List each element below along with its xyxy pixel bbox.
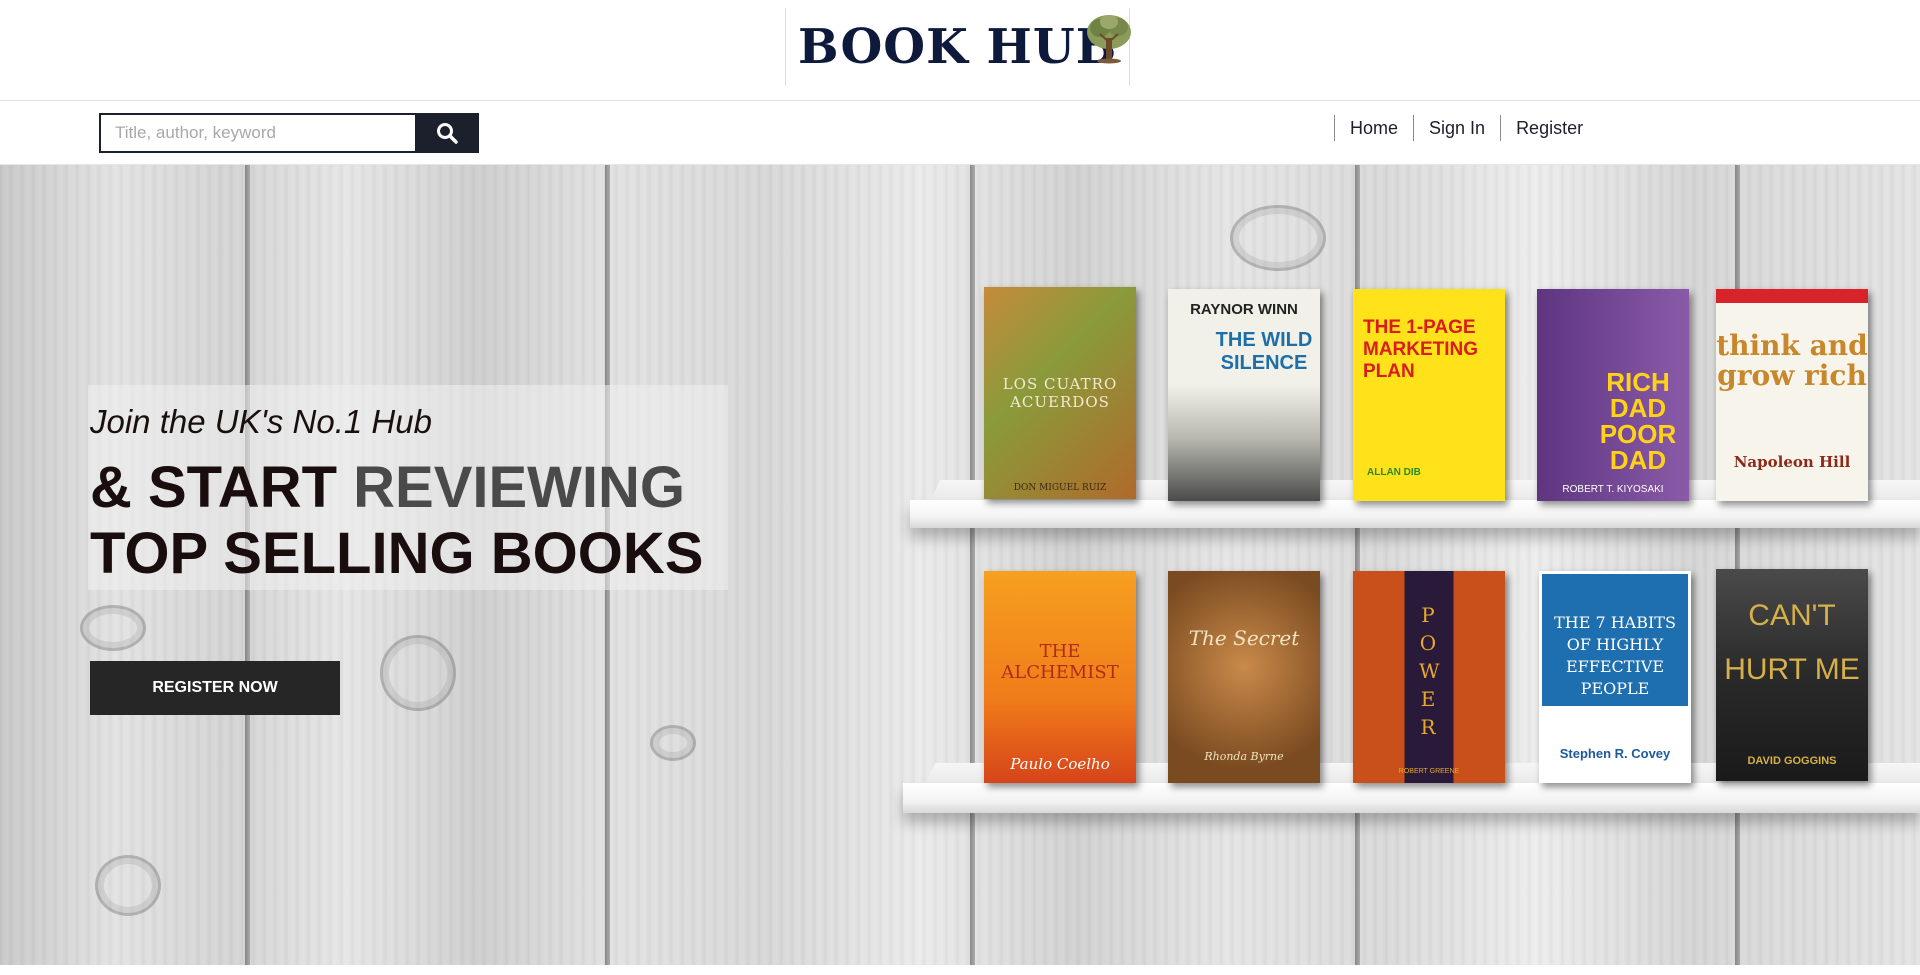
search-button[interactable] [415, 113, 479, 153]
book-title: THE ALCHEMIST [1001, 641, 1119, 683]
hero-headline: & START REVIEWING TOP SELLING BOOKS [90, 455, 703, 587]
book-cover[interactable]: THE 1-PAGE MARKETING PLAN ALLAN DIB [1353, 289, 1505, 501]
search-icon [437, 123, 458, 144]
site-logo[interactable]: BOOK HUB [785, 8, 1131, 86]
hero-kicker: Join the UK's No.1 Hub [90, 403, 432, 440]
book-title: THE 7 HABITS OF HIGHLY EFFECTIVE PEOPLE [1554, 613, 1676, 698]
book-cover[interactable]: RAYNOR WINN THE WILD SILENCE [1168, 289, 1320, 501]
book-author: Paulo Coelho [1010, 755, 1110, 773]
book-author: ROBERT T. KIYOSAKI [1562, 484, 1664, 495]
plank-gap [970, 165, 975, 965]
book-cover[interactable]: THE ALCHEMIST Paulo Coelho [984, 571, 1136, 783]
book-title: THE WILD SILENCE [1215, 329, 1313, 374]
nav-bar: Home Sign In Register [0, 101, 1920, 165]
book-author: ROBERT GREENE [1398, 768, 1460, 775]
plank-gap [1735, 165, 1740, 965]
wood-knot [80, 605, 146, 651]
book-author: RAYNOR WINN [1190, 301, 1298, 318]
book-title: CAN'T HURT ME [1724, 599, 1860, 686]
shelf-bottom [903, 783, 1920, 813]
headline-line2: TOP SELLING BOOKS [90, 521, 704, 586]
hero-banner: Join the UK's No.1 Hub & START REVIEWING… [0, 165, 1920, 965]
plank-gap [1355, 165, 1360, 965]
book-cover[interactable]: THE 7 HABITS OF HIGHLY EFFECTIVE PEOPLE … [1539, 571, 1691, 783]
wood-knot [650, 725, 696, 761]
site-header: BOOK HUB [0, 0, 1920, 101]
book-author: Stephen R. Covey [1559, 746, 1671, 761]
wood-knot [380, 635, 456, 711]
wood-knot [95, 855, 161, 916]
nav-links: Home Sign In Register [1334, 113, 1598, 143]
search-form [99, 113, 479, 153]
book-cover[interactable]: RICH DAD POOR DAD ROBERT T. KIYOSAKI [1537, 289, 1689, 501]
nav-home-link[interactable]: Home [1334, 115, 1413, 141]
book-cover[interactable]: The Secret Rhonda Byrne [1168, 571, 1320, 783]
book-title: THE 1-PAGE MARKETING PLAN [1363, 317, 1479, 382]
book-title: RICH DAD POOR DAD [1599, 367, 1677, 475]
headline-accent: REVIEWING [353, 455, 686, 520]
register-now-button[interactable]: REGISTER NOW [90, 661, 340, 715]
book-title: think and grow rich [1716, 329, 1868, 392]
headline-part1: & START [90, 455, 354, 520]
tree-icon [1087, 15, 1131, 64]
search-input[interactable] [99, 113, 415, 153]
logo-text: BOOK HUB [798, 19, 1118, 75]
book-cover[interactable]: POWER ROBERT GREENE [1353, 571, 1505, 783]
book-cover[interactable]: LOS CUATRO ACUERDOS DON MIGUEL RUIZ [984, 287, 1136, 499]
book-author: Napoleon Hill [1733, 453, 1851, 471]
nav-register-link[interactable]: Register [1500, 115, 1598, 141]
book-title: The Secret [1188, 626, 1300, 650]
book-cover[interactable]: think and grow rich Napoleon Hill [1716, 289, 1868, 501]
shelf-top [910, 500, 1920, 528]
book-title: LOS CUATRO ACUERDOS [1002, 375, 1118, 411]
book-author: DON MIGUEL RUIZ [1013, 483, 1107, 493]
book-author: DAVID GOGGINS [1747, 755, 1837, 767]
nav-sign-in-link[interactable]: Sign In [1413, 115, 1500, 141]
book-author: ALLAN DIB [1367, 467, 1421, 478]
book-cover[interactable]: CAN'T HURT ME DAVID GOGGINS [1716, 569, 1868, 781]
book-author: Rhonda Byrne [1204, 750, 1284, 763]
book-title: POWER [1419, 603, 1442, 739]
wood-knot [1230, 205, 1326, 271]
